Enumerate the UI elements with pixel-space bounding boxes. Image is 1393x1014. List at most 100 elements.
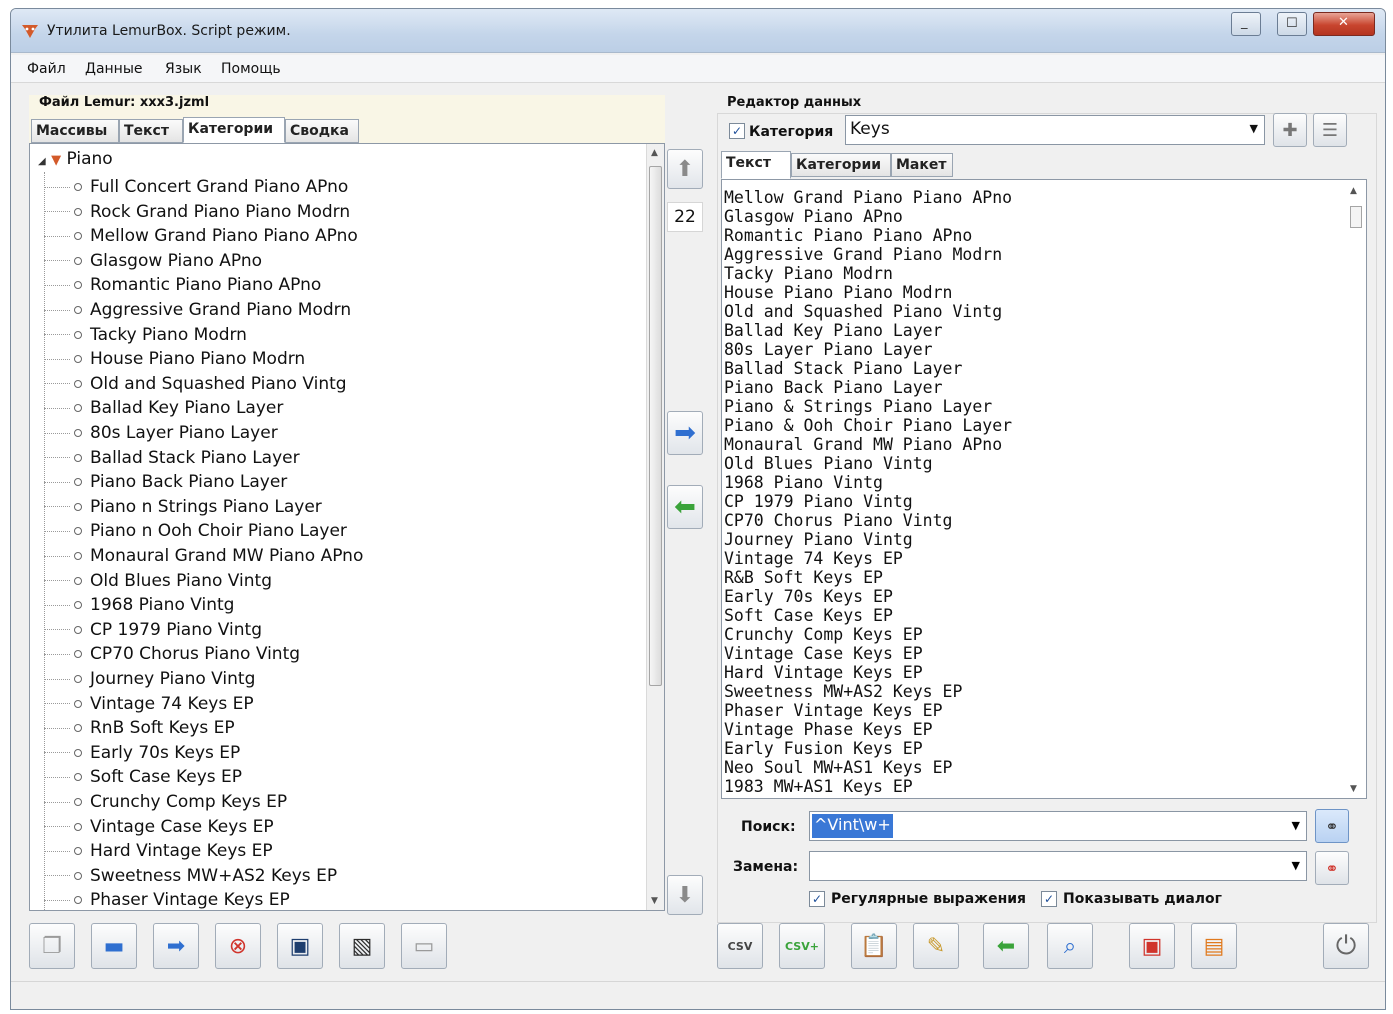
tree-item-label: Old and Squashed Piano Vintg <box>90 373 347 394</box>
tree-item[interactable]: Phaser Vintage Keys EP <box>44 890 290 910</box>
maximize-icon: ☐ <box>1286 16 1298 31</box>
minimize-icon: _ <box>1241 15 1248 30</box>
tree-item[interactable]: Vintage Case Keys EP <box>44 817 274 841</box>
tree-item[interactable]: Vintage 74 Keys EP <box>44 694 254 718</box>
save-button[interactable]: ▣ <box>277 923 323 969</box>
transfer-right-button[interactable]: ➡ <box>667 411 703 455</box>
tab-editor-categories[interactable]: Категории <box>791 153 891 177</box>
power-button[interactable]: ⏻ <box>1323 923 1369 969</box>
tree-item[interactable]: Crunchy Comp Keys EP <box>44 792 287 816</box>
tab-editor-layout[interactable]: Макет <box>891 153 953 177</box>
text-editor[interactable]: Mellow Grand Piano Piano APno Glasgow Pia… <box>721 179 1367 799</box>
transfer-left-button[interactable]: ⬅ <box>667 485 703 529</box>
tree-item-label: CP 1979 Piano Vintg <box>90 619 263 640</box>
search-input[interactable]: ^Vint\w+ ▼ <box>809 811 1307 841</box>
copy-file-button[interactable]: ❐ <box>29 923 75 969</box>
new-folder-button[interactable]: ▭ <box>401 923 447 969</box>
menu-file[interactable]: Файл <box>27 61 66 77</box>
tree-item[interactable]: Aggressive Grand Piano Modrn <box>44 300 351 324</box>
move-down-button[interactable]: ⬇ <box>667 875 703 915</box>
tree-scrollbar[interactable]: ▲ ▼ <box>646 144 664 910</box>
scroll-down-icon[interactable]: ▼ <box>651 896 658 906</box>
tab-editor-text[interactable]: Текст <box>721 151 791 179</box>
show-dialog-label: Показывать диалог <box>1063 891 1222 907</box>
apply-button[interactable]: ⬅ <box>983 923 1029 969</box>
tree-item[interactable]: Glasgow Piano APno <box>44 251 262 275</box>
maximize-button[interactable]: ☐ <box>1277 12 1307 36</box>
scroll-thumb[interactable] <box>649 166 662 686</box>
leaf-node-icon <box>74 330 82 339</box>
collapse-arrow-icon[interactable]: ◢ <box>38 156 46 167</box>
tree-item[interactable]: 1968 Piano Vintg <box>44 595 234 619</box>
delete-file-button[interactable]: ⊗ <box>215 923 261 969</box>
arrow-right-icon: ➡ <box>674 418 696 448</box>
scroll-down-icon[interactable]: ▼ <box>1350 784 1357 794</box>
save-red-button[interactable]: ▣ <box>1129 923 1175 969</box>
tree-item[interactable]: Piano Back Piano Layer <box>44 472 287 496</box>
tree-item[interactable]: CP70 Chorus Piano Vintg <box>44 644 300 668</box>
category-select[interactable]: Keys ▼ <box>845 115 1265 145</box>
tree-item-label: Glasgow Piano APno <box>90 250 263 271</box>
arrow-up-icon: ⬆ <box>675 156 695 182</box>
move-up-button[interactable]: ⬆ <box>667 149 703 189</box>
scroll-thumb[interactable] <box>1350 206 1362 228</box>
category-list-button[interactable]: ☰ <box>1313 113 1347 147</box>
tree-item[interactable]: 80s Layer Piano Layer <box>44 423 278 447</box>
scroll-up-icon[interactable]: ▲ <box>1350 186 1357 196</box>
floppy-red-icon: ▣ <box>1141 933 1163 959</box>
leaf-node-icon <box>74 724 82 733</box>
close-button[interactable]: ✕ <box>1313 12 1375 36</box>
tree-item[interactable]: Rock Grand Piano Piano Modrn <box>44 202 350 226</box>
search-button[interactable]: ⚭ <box>1315 809 1349 843</box>
tree-root[interactable]: ◢ ▼ Piano <box>38 149 113 169</box>
tree-item[interactable]: Journey Piano Vintg <box>44 669 255 693</box>
text-scrollbar[interactable]: ▲ ▼ <box>1346 180 1366 798</box>
tab-text[interactable]: Текст <box>119 119 183 143</box>
save-as-button[interactable]: ▧ <box>339 923 385 969</box>
tree-item[interactable]: Old and Squashed Piano Vintg <box>44 374 347 398</box>
show-dialog-checkbox[interactable]: ✓ <box>1041 891 1057 907</box>
add-csv-button[interactable]: CSV+ <box>779 923 825 969</box>
export-button[interactable]: ➡ <box>153 923 199 969</box>
menu-data[interactable]: Данные <box>85 61 143 77</box>
tree-item[interactable]: RnB Soft Keys EP <box>44 718 235 742</box>
tree-item[interactable]: Soft Case Keys EP <box>44 767 242 791</box>
tree-item[interactable]: Piano n Ooh Choir Piano Layer <box>44 521 347 545</box>
clear-button[interactable]: ✎ <box>913 923 959 969</box>
replace-button[interactable]: ⚭ <box>1315 851 1349 885</box>
menu-help[interactable]: Помощь <box>221 61 281 77</box>
tree-item[interactable]: Hard Vintage Keys EP <box>44 841 273 865</box>
tree-item[interactable]: Early 70s Keys EP <box>44 743 240 767</box>
tree-item[interactable]: CP 1979 Piano Vintg <box>44 620 262 644</box>
tree-item[interactable]: Monaural Grand MW Piano APno <box>44 546 363 570</box>
tree-item[interactable]: Piano n Strings Piano Layer <box>44 497 322 521</box>
find-button[interactable]: ⌕ <box>1047 923 1093 969</box>
category-tree[interactable]: ◢ ▼ Piano Full Concert Grand Piano APno R… <box>29 143 665 911</box>
tree-connector <box>44 383 70 385</box>
tree-item[interactable]: Old Blues Piano Vintg <box>44 571 272 595</box>
tree-item[interactable]: Romantic Piano Piano APno <box>44 275 321 299</box>
tree-item[interactable]: Ballad Key Piano Layer <box>44 398 283 422</box>
tree-item[interactable]: House Piano Piano Modrn <box>44 349 305 373</box>
arrow-left-doc-icon: ⬅ <box>996 933 1016 959</box>
scroll-up-icon[interactable]: ▲ <box>651 148 658 158</box>
import-csv-button[interactable]: CSV <box>717 923 763 969</box>
tree-item[interactable]: Full Concert Grand Piano APno <box>44 177 348 201</box>
tab-arrays[interactable]: Массивы <box>31 119 119 143</box>
category-checkbox[interactable]: ✓ <box>729 123 745 139</box>
tab-categories[interactable]: Категории <box>183 117 285 143</box>
tree-item[interactable]: Ballad Stack Piano Layer <box>44 448 300 472</box>
close-icon: ✕ <box>1338 15 1349 30</box>
replace-input[interactable]: ▼ <box>809 851 1307 881</box>
tree-item[interactable]: Tacky Piano Modrn <box>44 325 247 349</box>
paste-button[interactable]: 📋 <box>851 923 897 969</box>
minimize-button[interactable]: _ <box>1231 12 1261 36</box>
add-category-button[interactable]: ✚ <box>1273 113 1307 147</box>
open-folder-button[interactable]: ▬ <box>91 923 137 969</box>
tree-item[interactable]: Sweetness MW+AS2 Keys EP <box>44 866 337 890</box>
menu-language[interactable]: Язык <box>165 61 202 77</box>
tab-summary[interactable]: Сводка <box>285 119 359 143</box>
open-doc-button[interactable]: ▤ <box>1191 923 1237 969</box>
tree-item[interactable]: Mellow Grand Piano Piano APno <box>44 226 358 250</box>
regex-checkbox[interactable]: ✓ <box>809 891 825 907</box>
